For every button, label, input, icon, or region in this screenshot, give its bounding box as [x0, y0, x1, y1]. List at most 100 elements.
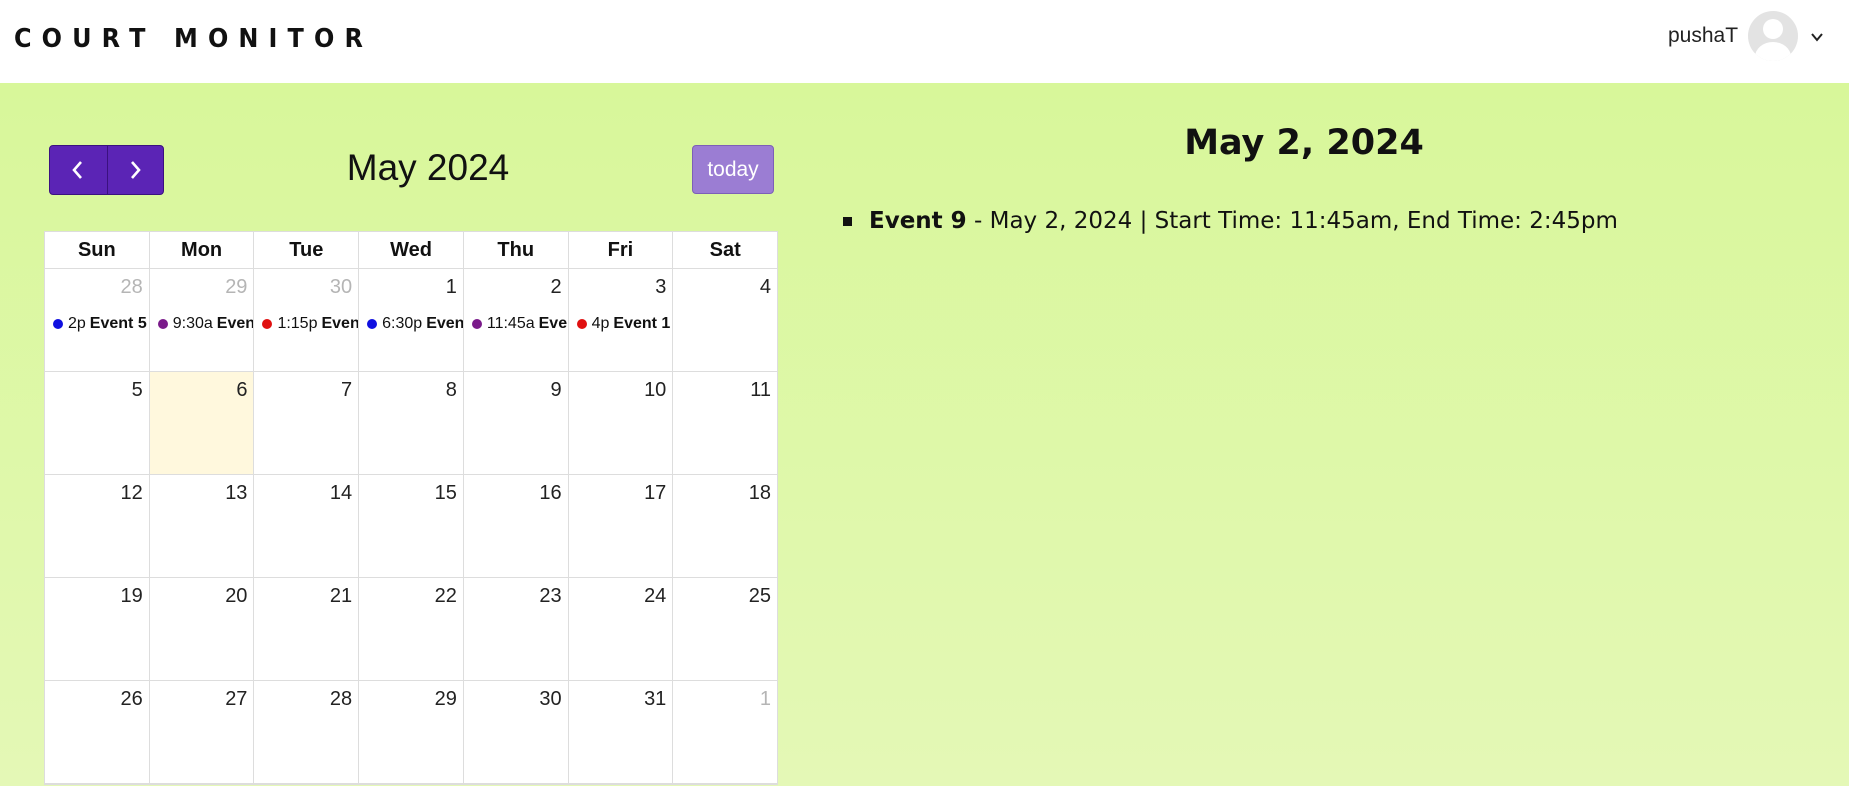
day-number[interactable]: 25 — [749, 585, 771, 608]
calendar-event[interactable]: 1:15pEvent — [262, 315, 358, 333]
chevron-down-icon[interactable] — [1810, 30, 1824, 44]
user-avatar-icon[interactable] — [1748, 11, 1798, 61]
calendar-day-cell[interactable]: 17 — [567, 475, 673, 577]
day-number[interactable]: 8 — [446, 379, 457, 402]
calendar-event[interactable]: 11:45aEvent — [471, 315, 568, 333]
calendar-event[interactable]: 4p Event 1 — [576, 315, 670, 333]
app-header: COURT MONITOR pushaT — [0, 0, 1849, 83]
day-number[interactable]: 18 — [749, 482, 771, 505]
event-list-item-text: Event 9 - May 2, 2024 | Start Time: 11:4… — [869, 208, 1618, 234]
day-number[interactable]: 1 — [446, 276, 457, 299]
day-number[interactable]: 14 — [330, 482, 352, 505]
calendar-day-cell[interactable]: 29 9:30aEvent — [148, 269, 253, 371]
calendar-day-cell[interactable]: 8 — [358, 372, 463, 474]
day-of-week-header: Sun Mon Tue Wed Thu Fri Sat — [45, 232, 777, 269]
calendar-day-cell[interactable]: 24 — [567, 578, 673, 680]
calendar-day-cell[interactable]: 1 — [672, 681, 777, 783]
day-number[interactable]: 4 — [760, 276, 771, 299]
calendar-day-cell[interactable]: 3 4p Event 1 — [567, 269, 673, 371]
calendar-day-cell[interactable]: 2 11:45aEvent — [462, 269, 568, 371]
event-title: Event — [538, 315, 568, 332]
day-number[interactable]: 1 — [760, 688, 771, 711]
day-number[interactable]: 23 — [539, 585, 561, 608]
event-dot-icon — [157, 319, 168, 329]
calendar-day-cell[interactable]: 28 2p Event 5 — [45, 269, 149, 371]
day-number[interactable]: 15 — [435, 482, 457, 505]
calendar-event[interactable]: 6:30pEvent — [367, 315, 463, 333]
day-number[interactable]: 16 — [539, 482, 561, 505]
calendar-week-row: 19 20 21 22 23 24 25 — [45, 578, 777, 681]
calendar-day-cell[interactable]: 10 — [567, 372, 673, 474]
day-number[interactable]: 7 — [341, 379, 352, 402]
day-number[interactable]: 9 — [550, 379, 561, 402]
calendar-day-cell[interactable]: 7 — [253, 372, 358, 474]
calendar-day-cell[interactable]: 30 — [462, 681, 568, 783]
calendar-day-cell[interactable]: 11 — [672, 372, 777, 474]
day-of-week-header-cell: Sun — [77, 239, 116, 261]
day-number[interactable]: 10 — [644, 379, 666, 402]
calendar-day-cell[interactable]: 27 — [148, 681, 254, 783]
calendar-day-cell[interactable]: 5 — [45, 372, 149, 474]
calendar-day-cell[interactable]: 29 — [358, 681, 463, 783]
calendar-day-cell[interactable]: 19 — [45, 578, 149, 680]
day-number[interactable]: 24 — [644, 585, 666, 608]
day-number[interactable]: 29 — [435, 688, 457, 711]
day-of-week-header-cell: Tue — [253, 232, 358, 268]
day-number[interactable]: 12 — [120, 482, 142, 505]
user-name[interactable]: pushaT — [1668, 24, 1738, 48]
calendar-day-cell-today[interactable]: 6 — [148, 372, 254, 474]
day-number[interactable]: 30 — [330, 276, 352, 299]
calendar-event[interactable]: 2p Event 5 — [53, 315, 147, 333]
calendar-day-cell[interactable]: 1 6:30pEvent — [358, 269, 463, 371]
day-number[interactable]: 21 — [330, 585, 352, 608]
day-number[interactable]: 28 — [330, 688, 352, 711]
day-number[interactable]: 19 — [120, 585, 142, 608]
day-number[interactable]: 30 — [539, 688, 561, 711]
day-number[interactable]: 17 — [644, 482, 666, 505]
calendar-day-cell[interactable]: 25 — [672, 578, 777, 680]
calendar-day-cell[interactable]: 15 — [358, 475, 463, 577]
day-number[interactable]: 6 — [236, 379, 247, 402]
calendar-day-cell[interactable]: 31 — [567, 681, 673, 783]
event-dot-icon — [576, 319, 587, 329]
day-number[interactable]: 22 — [435, 585, 457, 608]
calendar-day-cell[interactable]: 22 — [358, 578, 463, 680]
calendar-day-cell[interactable]: 28 — [253, 681, 358, 783]
event-list-item-title[interactable]: Event 9 — [869, 208, 967, 234]
app-logo[interactable]: COURT MONITOR — [14, 24, 373, 54]
calendar-day-cell[interactable]: 12 — [45, 475, 149, 577]
next-month-button[interactable] — [106, 146, 164, 194]
event-list-item-details: - May 2, 2024 | Start Time: 11:45am, End… — [966, 208, 1618, 234]
calendar-day-cell[interactable]: 20 — [148, 578, 254, 680]
day-number[interactable]: 26 — [120, 688, 142, 711]
calendar-day-cell[interactable]: 30 1:15pEvent — [253, 269, 358, 371]
prev-month-button[interactable] — [50, 146, 107, 194]
day-number[interactable]: 13 — [225, 482, 247, 505]
avatar-head — [1763, 19, 1783, 39]
calendar-day-cell[interactable]: 14 — [253, 475, 358, 577]
day-number[interactable]: 29 — [225, 276, 247, 299]
event-dot-icon — [367, 319, 378, 329]
day-number[interactable]: 5 — [132, 379, 143, 402]
calendar-day-cell[interactable]: 9 — [462, 372, 568, 474]
day-number[interactable]: 3 — [655, 276, 666, 299]
calendar-day-cell[interactable]: 4 — [672, 269, 777, 371]
day-number[interactable]: 28 — [120, 276, 142, 299]
day-number[interactable]: 20 — [225, 585, 247, 608]
calendar-day-cell[interactable]: 26 — [45, 681, 149, 783]
main-content: May 2024 today Sun Mon Tue Wed Thu Fri Sat 28 2… — [0, 83, 1849, 786]
day-of-week-header-cell: Sat — [672, 232, 777, 268]
calendar-day-cell[interactable]: 16 — [462, 475, 568, 577]
event-time: 9:30a — [172, 315, 213, 332]
calendar-day-cell[interactable]: 18 — [672, 475, 777, 577]
day-number[interactable]: 2 — [550, 276, 561, 299]
calendar-day-cell[interactable]: 13 — [148, 475, 254, 577]
day-number[interactable]: 27 — [225, 688, 247, 711]
day-number[interactable]: 31 — [644, 688, 666, 711]
event-time: 11:45a — [486, 315, 535, 332]
calendar-day-cell[interactable]: 21 — [253, 578, 358, 680]
calendar-day-cell[interactable]: 23 — [462, 578, 568, 680]
calendar-event[interactable]: 9:30aEvent — [157, 315, 253, 333]
today-button[interactable]: today — [692, 145, 774, 194]
day-number[interactable]: 11 — [750, 379, 771, 402]
